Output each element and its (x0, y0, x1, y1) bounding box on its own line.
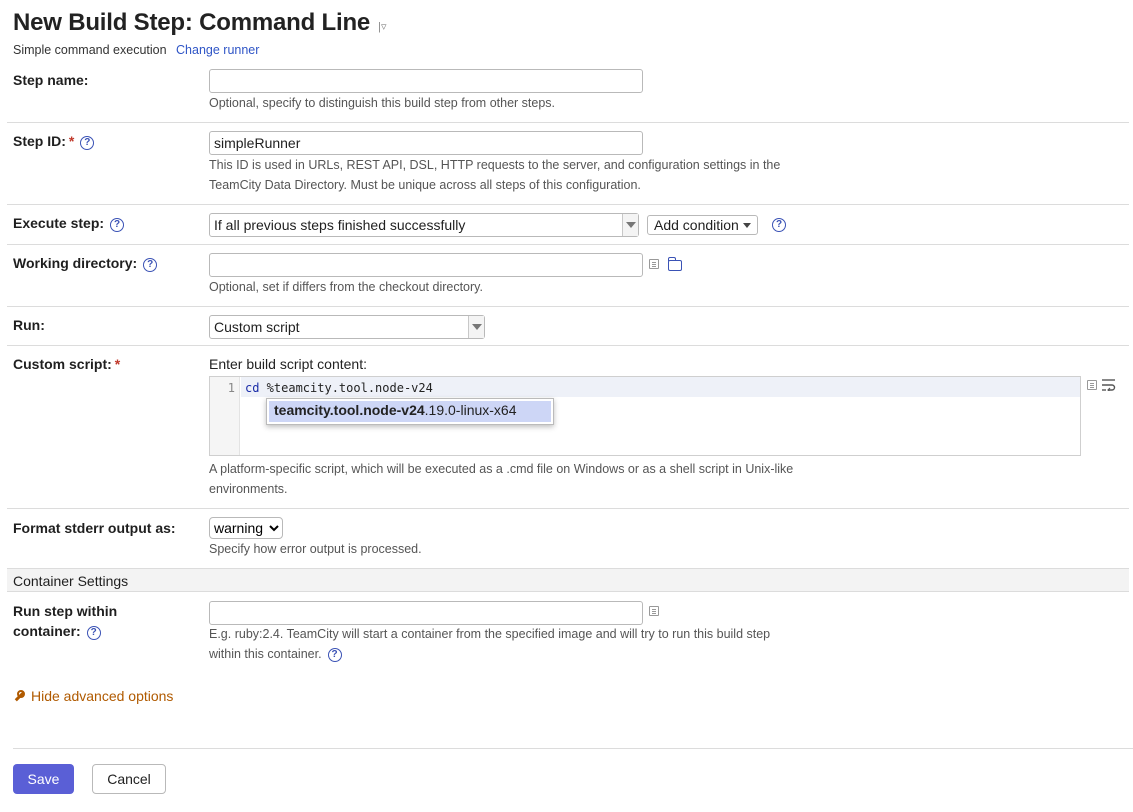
runner-description: Simple command execution (13, 43, 167, 57)
add-condition-label: Add condition (654, 217, 739, 233)
page-title: New Build Step: Command Line (13, 9, 371, 36)
page-subtitle: Simple command execution Change runner (13, 43, 259, 57)
step-name-hint: Optional, specify to distinguish this bu… (209, 96, 556, 110)
autocomplete-popup: teamcity.tool.node-v24.19.0-linux-x64 (266, 398, 554, 425)
editor-gutter: 1 (210, 377, 240, 455)
required-marker: * (68, 133, 75, 149)
line-number: 1 (227, 381, 235, 395)
save-button[interactable]: Save (13, 764, 74, 794)
footer-divider (13, 748, 1133, 749)
working-directory-label-text: Working directory: (13, 255, 138, 271)
change-runner-link[interactable]: Change runner (176, 43, 259, 57)
help-icon[interactable]: ? (143, 258, 158, 272)
step-id-label: Step ID: *? (13, 133, 95, 150)
container-image-input[interactable] (209, 601, 643, 625)
parameter-list-icon[interactable] (649, 606, 659, 616)
execute-step-label: Execute step:? (13, 215, 125, 232)
custom-script-intro: Enter build script content: (209, 356, 367, 372)
working-directory-input[interactable] (209, 253, 643, 277)
parameter-list-icon[interactable] (649, 259, 659, 269)
page-header: New Build Step: Command Line |▿ (13, 9, 386, 37)
step-id-input[interactable] (209, 131, 643, 155)
container-label-line1: Run step within (13, 603, 118, 619)
chevron-down-icon (468, 316, 484, 338)
code-text: %teamcity.tool.node-v24 (259, 381, 433, 395)
help-icon[interactable]: ? (110, 218, 125, 232)
step-id-label-text: Step ID: (13, 133, 66, 149)
add-condition-button[interactable]: Add condition (647, 215, 758, 235)
caret-down-icon (742, 223, 751, 228)
step-id-hint-line2: TeamCity Data Directory. Must be unique … (209, 178, 641, 192)
stderr-label: Format stderr output as: (13, 520, 176, 536)
title-menu-icon[interactable]: |▿ (378, 20, 386, 33)
custom-script-label: Custom script: * (13, 356, 120, 372)
autocomplete-rest: .19.0-linux-x64 (424, 402, 517, 418)
container-settings-header: Container Settings (7, 568, 1129, 592)
working-directory-row: Working directory:? Optional, set if dif… (7, 245, 1129, 307)
container-hint-line2-text: within this container. (209, 647, 322, 661)
container-label-line2: container: (13, 623, 81, 639)
custom-script-hint-line2: environments. (209, 482, 288, 496)
run-select[interactable]: Custom script (209, 315, 485, 339)
chevron-down-icon (622, 214, 638, 236)
working-directory-hint: Optional, set if differs from the checko… (209, 280, 483, 294)
soft-wrap-icon[interactable] (1102, 379, 1116, 391)
help-icon[interactable]: ? (80, 136, 95, 150)
autocomplete-item[interactable]: teamcity.tool.node-v24.19.0-linux-x64 (269, 401, 551, 422)
run-value: Custom script (214, 319, 300, 335)
container-row: Run step within container:? E.g. ruby:2.… (7, 592, 1129, 672)
custom-script-label-text: Custom script: (13, 356, 112, 372)
run-label: Run: (13, 317, 45, 333)
autocomplete-match: teamcity.tool.node-v24 (274, 402, 425, 418)
execute-step-select[interactable]: If all previous steps finished successfu… (209, 213, 639, 237)
stderr-hint: Specify how error output is processed. (209, 542, 422, 556)
hide-advanced-label: Hide advanced options (31, 688, 174, 704)
run-row: Run: Custom script (7, 307, 1129, 346)
container-hint-line1: E.g. ruby:2.4. TeamCity will start a con… (209, 627, 771, 641)
step-id-hint-line1: This ID is used in URLs, REST API, DSL, … (209, 158, 781, 172)
custom-script-hint-line1: A platform-specific script, which will b… (209, 462, 794, 476)
step-name-input[interactable] (209, 69, 643, 93)
folder-icon[interactable] (667, 257, 682, 271)
step-id-row: Step ID:*? This ID is used in URLs, REST… (7, 123, 1129, 205)
hide-advanced-options-link[interactable]: Hide advanced options (13, 688, 173, 704)
help-icon[interactable]: ? (86, 626, 101, 640)
code-line[interactable]: cd %teamcity.tool.node-v24 (241, 377, 1080, 397)
parameter-list-icon[interactable] (1087, 380, 1097, 390)
execute-step-value: If all previous steps finished successfu… (214, 217, 466, 233)
step-name-label: Step name: (13, 72, 89, 88)
working-directory-label: Working directory:? (13, 255, 158, 272)
stderr-select[interactable]: warning (209, 517, 283, 539)
help-icon[interactable]: ? (327, 648, 342, 662)
execute-step-row: Execute step:? If all previous steps fin… (7, 205, 1129, 245)
container-hint-line2: within this container.? (209, 644, 342, 664)
required-marker: * (114, 356, 121, 372)
help-icon[interactable]: ? (772, 218, 786, 232)
cancel-button[interactable]: Cancel (92, 764, 166, 794)
execute-step-label-text: Execute step: (13, 215, 105, 231)
step-name-row: Step name: Optional, specify to distingu… (7, 60, 1129, 123)
code-keyword: cd (245, 381, 260, 395)
stderr-row: Format stderr output as: warning Specify… (7, 509, 1129, 568)
wrench-icon (13, 690, 25, 702)
container-label: Run step within container:? (13, 601, 117, 641)
